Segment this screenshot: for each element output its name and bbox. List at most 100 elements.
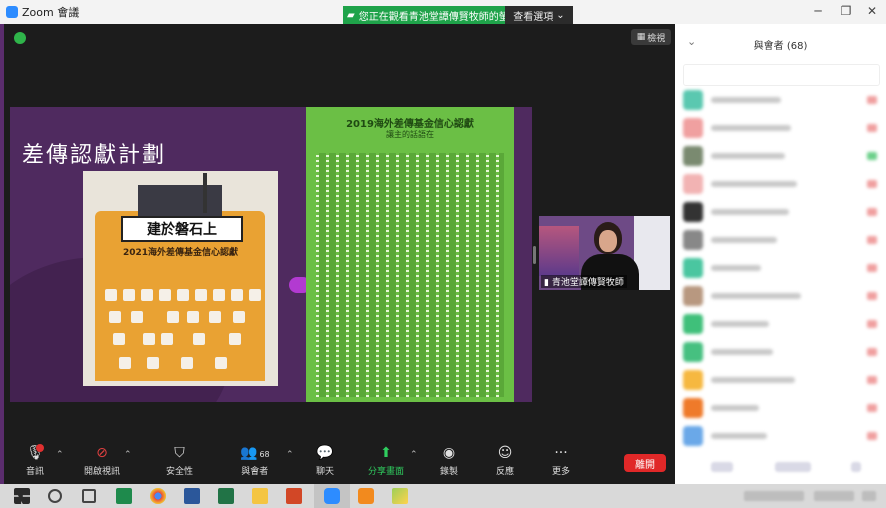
participant-row[interactable] (683, 314, 883, 334)
participant-row[interactable] (683, 286, 883, 306)
video-person-face (599, 230, 617, 252)
close-button[interactable]: ✕ (860, 4, 884, 18)
avatar (683, 118, 703, 138)
participant-row[interactable] (683, 342, 883, 362)
meeting-toolbar: 🎙 音訊 ⌃ ⊘ 開啟視訊 ⌃ ⛉ 安全性 👥 68 與會者 ⌃ 💬 聊天 ⬆ 分… (4, 440, 675, 484)
participant-row[interactable] (683, 202, 883, 222)
chevron-down-icon: ⌄ (556, 9, 565, 21)
audio-options-chevron-icon[interactable]: ⌃ (56, 450, 64, 460)
mic-muted-icon (867, 432, 877, 440)
share-banner-text: 您正在觀看青池堂譚傳賢牧師的螢幕 (358, 11, 505, 23)
participant-row[interactable] (683, 230, 883, 250)
restore-button[interactable]: ❐ (834, 4, 858, 18)
powerpoint-icon[interactable] (286, 488, 302, 504)
title-bar: Zoom 會議 ▰ 您正在觀看青池堂譚傳賢牧師的螢幕 查看選項 ⌄ ─ ❐ ✕ (0, 0, 886, 24)
mic-muted-icon (867, 96, 877, 104)
pledge-grid (316, 153, 504, 397)
share-options-chevron-icon[interactable]: ⌃ (410, 450, 418, 460)
leave-button[interactable]: 離開 (624, 454, 666, 472)
participant-row-name (711, 97, 781, 103)
participant-row-name (711, 349, 773, 355)
minimize-button[interactable]: ─ (806, 4, 830, 18)
mic-muted-icon (867, 264, 877, 272)
excel-icon[interactable] (218, 488, 234, 504)
participant-row[interactable] (683, 118, 883, 138)
media-player-icon[interactable] (358, 488, 374, 504)
reactions-label: 反應 (496, 467, 515, 477)
more-options-button[interactable] (851, 462, 861, 472)
avatar (683, 398, 703, 418)
participant-row-name (711, 405, 759, 411)
view-options-button[interactable]: 查看選項 ⌄ (505, 6, 573, 24)
clock (814, 491, 854, 501)
reactions-button[interactable]: ☺ 反應 (496, 444, 514, 477)
record-label: 錄製 (440, 467, 459, 477)
mic-muted-icon (867, 236, 877, 244)
video-label: 開啟視訊 (84, 467, 121, 477)
zoom-taskbar-icon[interactable] (324, 488, 340, 504)
zoom-logo-icon (6, 6, 18, 18)
record-button[interactable]: ◉ 錄製 (440, 444, 458, 477)
task-view-icon[interactable] (82, 489, 96, 503)
start-video-button[interactable]: ⊘ 開啟視訊 (84, 444, 120, 477)
share-screen-button[interactable]: ⬆ 分享畫面 (368, 444, 404, 477)
participant-name: 青池堂譚傳賢牧師 (551, 278, 624, 288)
participant-search-input[interactable] (683, 64, 880, 86)
video-on-icon (867, 152, 877, 160)
video-background-shelf (539, 226, 579, 276)
participant-row[interactable] (683, 370, 883, 390)
app-title: Zoom 會議 (6, 4, 79, 20)
screen-share-banner: ▰ 您正在觀看青池堂譚傳賢牧師的螢幕 (343, 6, 505, 24)
mute-all-button[interactable] (775, 462, 811, 472)
participants-label: 與會者 (241, 467, 269, 477)
green-heading: 2019海外差傳基金信心認獻 (346, 119, 474, 130)
word-icon[interactable] (184, 488, 200, 504)
invite-button[interactable] (711, 462, 733, 472)
video-options-chevron-icon[interactable]: ⌃ (124, 450, 132, 460)
participant-row-name (711, 153, 785, 159)
avatar (683, 342, 703, 362)
participant-row[interactable] (683, 90, 883, 110)
participant-row[interactable] (683, 174, 883, 194)
security-button[interactable]: ⛉ 安全性 (166, 444, 193, 477)
panel-footer (675, 454, 886, 484)
mic-muted-icon (867, 376, 877, 384)
participant-name-label: ▮ 青池堂譚傳賢牧師 (541, 275, 627, 288)
gallery-view-button[interactable]: ▦ 檢視 (631, 29, 671, 45)
notifications-icon[interactable] (862, 491, 876, 501)
audio-label: 音訊 (26, 467, 45, 477)
chrome-icon[interactable] (150, 488, 166, 504)
participants-button[interactable]: 👥 68 與會者 (240, 444, 270, 477)
avatar (683, 426, 703, 446)
audio-button[interactable]: 🎙 音訊 (26, 444, 44, 477)
participant-row[interactable] (683, 426, 883, 446)
participant-row[interactable] (683, 146, 883, 166)
split-divider-handle[interactable] (533, 246, 536, 264)
chat-label: 聊天 (316, 467, 335, 477)
start-menu-icon[interactable] (14, 488, 30, 504)
paint-app-icon[interactable] (392, 488, 408, 504)
participant-count: 68 (259, 450, 270, 459)
participant-row-name (711, 209, 789, 215)
participant-video-tile[interactable]: ▮ 青池堂譚傳賢牧師 (539, 216, 670, 290)
encryption-shield-icon[interactable] (14, 32, 26, 44)
green-subheading: 讓主的話語在 (386, 130, 434, 139)
participant-row[interactable] (683, 398, 883, 418)
chat-button[interactable]: 💬 聊天 (316, 444, 334, 477)
gallery-view-label: 檢視 (647, 33, 666, 44)
more-button[interactable]: ··· 更多 (552, 444, 570, 477)
reactions-icon: ☺ (497, 445, 513, 461)
shield-icon: ⛉ (174, 445, 185, 461)
signal-bars-icon: ▮ (544, 278, 549, 288)
search-icon[interactable] (48, 489, 62, 503)
share-indicator-icon: ▰ (347, 9, 355, 21)
participant-row[interactable] (683, 258, 883, 278)
file-explorer-icon[interactable] (252, 488, 268, 504)
more-icon: ··· (554, 445, 568, 461)
video-background-window (634, 216, 670, 290)
slide-title: 差傳認獻計劃 (22, 143, 167, 168)
project-app-icon[interactable] (116, 488, 132, 504)
participants-options-chevron-icon[interactable]: ⌃ (286, 450, 294, 460)
participant-row-name (711, 321, 769, 327)
mic-muted-icon (867, 348, 877, 356)
